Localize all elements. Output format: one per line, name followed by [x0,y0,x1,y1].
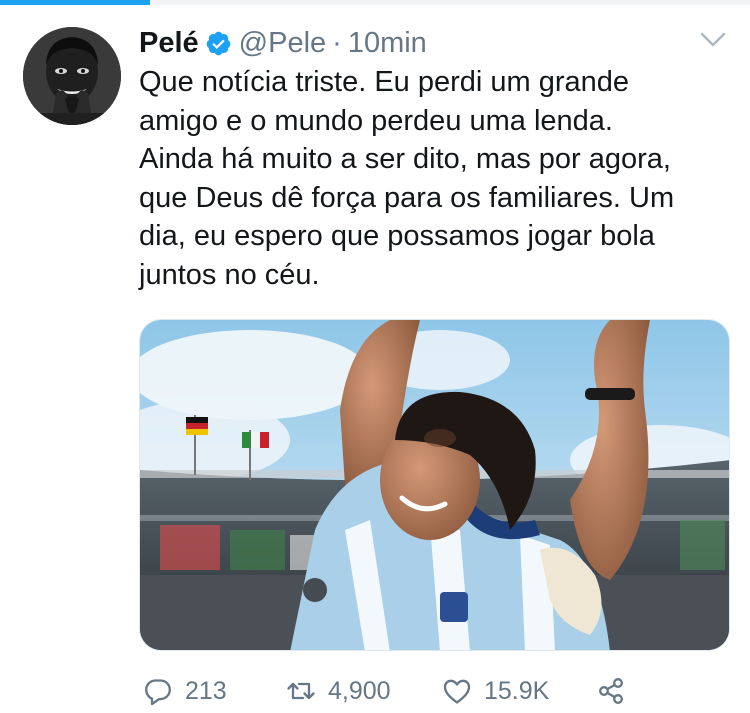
reply-count: 213 [185,676,227,705]
tweet-actions: 213 4,900 15.9K [139,673,739,709]
retweet-count: 4,900 [328,676,391,705]
share-icon [599,678,623,704]
heart-icon [443,679,471,704]
verified-badge-icon [206,31,230,55]
tweet: Pelé @Pele · 10min Que notícia triste. E… [0,5,750,713]
reply-button[interactable]: 213 [143,673,227,709]
retweet-icon [287,682,315,700]
retweet-button[interactable]: 4,900 [286,673,391,709]
chevron-down-icon[interactable] [700,31,726,49]
avatar[interactable] [23,27,121,125]
tweet-text-line: amigo e o mundo perdeu uma lenda. [139,104,613,137]
tweet-header: Pelé @Pele · 10min [139,23,427,63]
reply-bubble-icon [145,679,171,706]
tweet-text-line: que Deus dê força para os familiares. Um [139,181,675,214]
timestamp[interactable]: 10min [348,27,427,60]
tweet-text-line: dia, eu espero que possamos jogar bola [139,220,655,253]
tweet-text-line: Ainda há muito a ser dito, mas por agora… [139,143,671,176]
tweet-text-line: Que notícia triste. Eu perdi um grande [139,66,630,98]
share-button[interactable] [596,673,626,709]
tweet-text-line: juntos no céu. [139,258,320,291]
author-name[interactable]: Pelé [139,27,199,60]
tweet-text: Que notícia triste. Eu perdi um grande a… [139,63,729,295]
like-count: 15.9K [484,676,550,705]
like-button[interactable]: 15.9K [442,673,549,709]
separator-dot: · [332,26,342,59]
tweet-photo[interactable] [139,319,730,651]
author-handle[interactable]: @Pele [239,27,326,60]
